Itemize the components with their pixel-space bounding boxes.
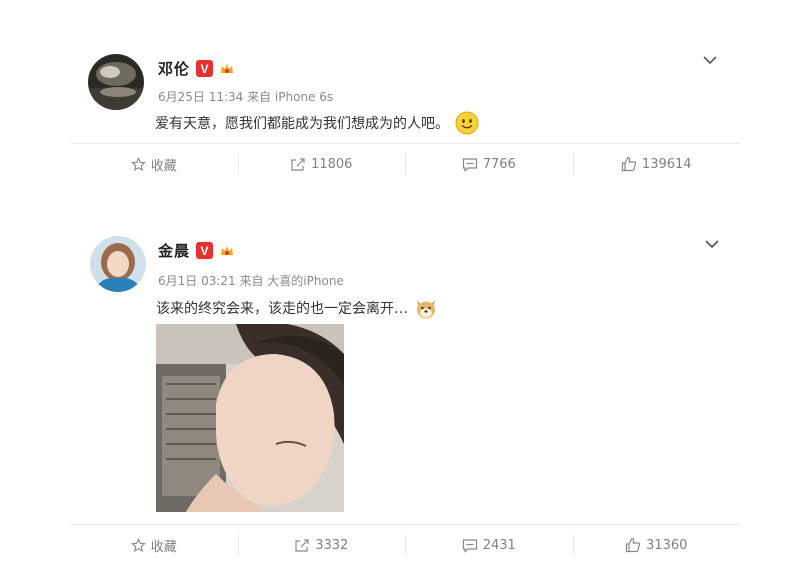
like-count: 31360 — [646, 537, 688, 553]
repost-icon — [291, 157, 305, 171]
divider — [70, 143, 740, 144]
comment-icon — [462, 538, 477, 553]
like-button[interactable]: 139614 — [572, 148, 741, 180]
favorite-button[interactable]: 收藏 — [70, 148, 238, 180]
favorite-button[interactable]: 收藏 — [70, 529, 238, 561]
action-bar: 收藏 11806 7766 139614 — [70, 148, 740, 180]
favorite-label: 收藏 — [150, 539, 177, 555]
post-photo[interactable] — [156, 324, 344, 512]
username[interactable]: 金晨 — [158, 240, 190, 261]
star-icon — [130, 156, 146, 171]
username[interactable]: 邓伦 — [158, 58, 190, 79]
verified-badge-icon[interactable]: V — [196, 242, 214, 259]
favorite-label: 收藏 — [150, 158, 177, 174]
avatar[interactable] — [90, 236, 146, 292]
comment-count: 2431 — [482, 537, 516, 553]
vip-crown-icon[interactable] — [219, 61, 235, 77]
avatar[interactable] — [88, 54, 144, 110]
vip-crown-icon[interactable] — [219, 243, 235, 259]
post-meta: 6月25日 11:34 来自 iPhone 6s — [158, 90, 334, 104]
chevron-down-icon[interactable] — [702, 55, 718, 65]
action-bar: 收藏 3332 2431 31360 — [70, 529, 740, 561]
divider — [70, 524, 740, 525]
like-count: 139614 — [641, 156, 692, 172]
repost-button[interactable]: 11806 — [237, 148, 406, 180]
chevron-down-icon[interactable] — [704, 239, 720, 249]
repost-count: 11806 — [311, 156, 353, 172]
comment-button[interactable]: 7766 — [405, 148, 573, 180]
repost-icon — [295, 538, 309, 552]
thumbs-up-icon — [621, 156, 637, 172]
like-button[interactable]: 31360 — [572, 529, 741, 561]
thumbs-up-icon — [625, 537, 641, 553]
post-text: 该来的终究会来，该走的也一定会离开… — [156, 301, 408, 317]
verified-badge-icon[interactable]: V — [196, 60, 214, 77]
post-meta: 6月1日 03:21 来自 大喜的iPhone — [158, 274, 344, 288]
comment-count: 7766 — [482, 156, 516, 172]
repost-button[interactable]: 3332 — [237, 529, 406, 561]
repost-count: 3332 — [315, 537, 349, 553]
weibo-post-1: 邓伦 V 6月25日 11:34 来自 iPhone 6s 爱有天意，愿我们都能… — [0, 0, 799, 190]
doge-emoji-icon — [417, 300, 435, 319]
comment-button[interactable]: 2431 — [405, 529, 573, 561]
post-text: 爱有天意，愿我们都能成为我们想成为的人吧。 — [155, 116, 449, 132]
weibo-post-2: 金晨 V 6月1日 03:21 来自 大喜的iPhone 该来的终究会来，该走的… — [0, 220, 799, 586]
smile-emoji-icon — [455, 111, 479, 135]
star-icon — [130, 537, 146, 552]
comment-icon — [462, 157, 477, 172]
